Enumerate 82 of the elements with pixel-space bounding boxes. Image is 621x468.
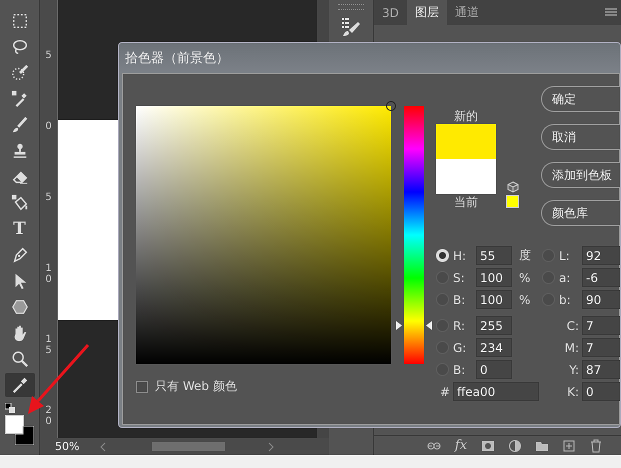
value-field[interactable]: 87 [582, 360, 620, 379]
field-label: G: [453, 340, 468, 354]
unit-label: % [518, 292, 532, 306]
value-field[interactable]: 255 [476, 316, 512, 335]
color-field[interactable] [136, 106, 391, 364]
ruler-number: 5 [45, 50, 52, 63]
field-label: a: [559, 270, 572, 284]
value-field[interactable]: 92 [582, 246, 620, 265]
hexagon-icon[interactable] [10, 298, 28, 316]
annotation-arrow [28, 344, 90, 414]
unit-label: 度 [518, 247, 532, 264]
pen-icon[interactable] [10, 246, 28, 264]
value-field[interactable]: 7 [582, 338, 620, 357]
field-label: H: [453, 248, 468, 262]
dialog-button[interactable]: 取消 [541, 124, 620, 150]
web-safe-swatch[interactable] [506, 195, 519, 208]
default-colors-icon[interactable] [4, 403, 14, 413]
value-field[interactable]: -6 [582, 268, 620, 287]
value-field[interactable]: 0 [476, 360, 512, 379]
trash-icon[interactable] [589, 438, 603, 452]
swatch-label: 当前 [453, 194, 479, 210]
zoom-level: 50% [54, 440, 80, 453]
swatch-label: 新的 [453, 108, 479, 124]
field-label: # [438, 384, 450, 398]
stamp-icon[interactable] [10, 142, 28, 160]
dialog-button[interactable]: 添加到色板 [541, 162, 620, 188]
brush-list-icon[interactable] [340, 16, 362, 38]
value-field[interactable]: 100 [476, 268, 512, 287]
chevron-right-icon[interactable] [267, 442, 275, 452]
ruler-number: 20 [45, 405, 52, 427]
mask-icon[interactable] [481, 438, 495, 452]
value-field[interactable]: 234 [476, 338, 512, 357]
tool-button[interactable] [4, 373, 34, 397]
cube-icon[interactable] [506, 181, 518, 193]
unit-label: % [518, 270, 532, 284]
hex-field[interactable]: ffea00 [453, 382, 539, 401]
fx-button[interactable]: fx [453, 438, 469, 452]
ruler-number: 10 [45, 263, 52, 287]
checkbox[interactable] [136, 380, 148, 392]
half-circle-icon[interactable] [508, 438, 522, 452]
search-icon[interactable] [10, 350, 28, 368]
hue-slider-handle[interactable] [396, 320, 432, 330]
value-field[interactable]: 0 [582, 382, 620, 401]
dialog-button[interactable]: 颜色库 [541, 200, 620, 226]
scrollbar-thumb[interactable] [152, 442, 225, 451]
background-color-swatch[interactable] [14, 426, 34, 445]
panel-tab[interactable]: 3D [374, 0, 407, 25]
field-label: B: [453, 362, 466, 376]
field-label: C: [566, 318, 579, 332]
field-label: B: [453, 292, 466, 306]
field-label: S: [453, 270, 466, 284]
marquee-icon[interactable] [10, 12, 28, 30]
field-label: b: [559, 292, 572, 306]
panel-tab[interactable]: 图层 [406, 0, 447, 25]
ruler-number: 0 [45, 121, 52, 134]
ruler-number: 5 [45, 192, 52, 205]
color-sampler-icon[interactable] [10, 90, 28, 108]
field-label: K: [566, 384, 579, 398]
chevron-left-icon[interactable] [99, 442, 107, 452]
tool-button[interactable]: T [4, 217, 34, 241]
paint-bucket-icon[interactable] [10, 194, 28, 212]
lasso-icon[interactable] [10, 38, 28, 56]
grip-icon[interactable] [338, 4, 364, 10]
value-field[interactable]: 7 [582, 316, 620, 335]
field-label: Y: [568, 362, 579, 376]
eyedropper-icon[interactable] [10, 376, 28, 394]
hue-slider[interactable] [396, 106, 432, 364]
field-label: L: [559, 248, 571, 262]
plus-square-icon[interactable] [562, 438, 576, 452]
foreground-color-swatch[interactable] [4, 415, 24, 434]
value-field[interactable]: 55 [476, 246, 512, 265]
panel-tab[interactable]: 通道 [446, 0, 487, 25]
dialog-button[interactable]: 确定 [541, 86, 620, 112]
field-label: R: [453, 318, 466, 332]
brush-icon[interactable] [10, 116, 28, 134]
ruler-number: 15 [45, 334, 52, 358]
color-marker[interactable] [386, 101, 396, 111]
checkbox-label: 只有 Web 颜色 [155, 378, 237, 395]
quick-select-icon[interactable] [10, 64, 28, 82]
value-field[interactable]: 90 [582, 290, 620, 309]
value-field[interactable]: 100 [476, 290, 512, 309]
field-label: M: [564, 340, 579, 354]
